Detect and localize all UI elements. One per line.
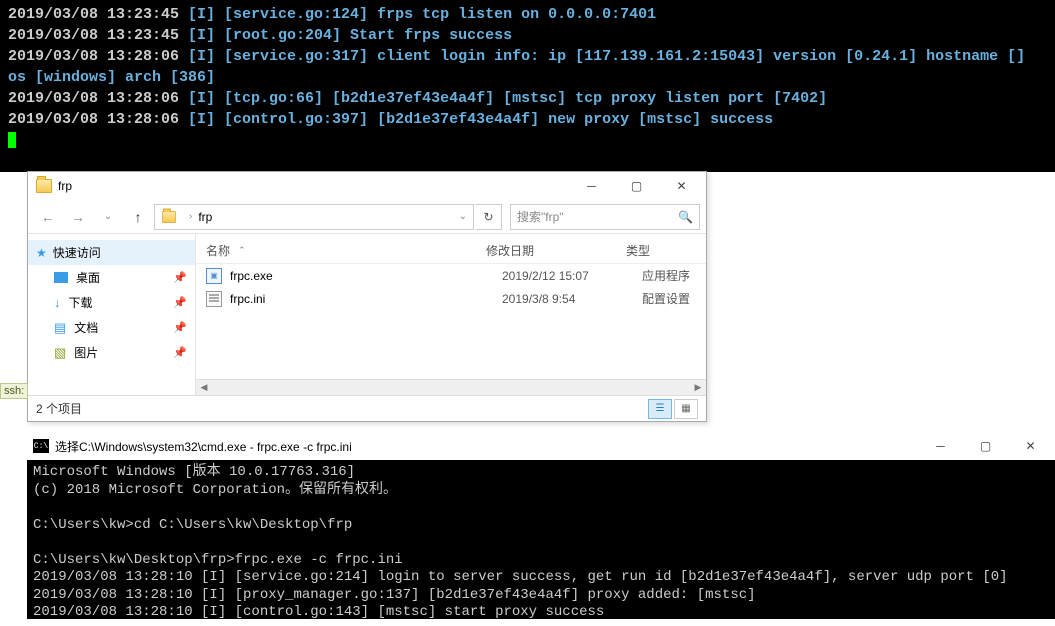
sidebar-group-label: 快速访问 (53, 244, 101, 261)
view-icons-button[interactable]: ▦ (674, 399, 698, 419)
desktop-icon (54, 272, 68, 283)
sidebar-item-documents[interactable]: ▤ 文档 📌 (28, 315, 195, 340)
pin-icon: 📌 (173, 296, 187, 309)
chevron-down-icon[interactable]: ⌄ (459, 211, 467, 222)
pin-icon: 📌 (173, 271, 187, 284)
sidebar-item-label: 桌面 (76, 269, 100, 286)
file-name: frpc.exe (230, 269, 502, 283)
cmd-output[interactable]: Microsoft Windows [版本 10.0.17763.316] (c… (27, 460, 1055, 626)
nav-forward-button[interactable]: → (64, 205, 92, 229)
column-header-type[interactable]: 类型 (626, 242, 696, 259)
pin-icon: 📌 (173, 321, 187, 334)
folder-icon (162, 211, 176, 223)
explorer-titlebar[interactable]: frp ─ ▢ ✕ (28, 172, 706, 200)
document-icon: ▤ (54, 320, 66, 336)
pin-icon: 📌 (173, 346, 187, 359)
file-date: 2019/2/12 15:07 (502, 269, 642, 283)
sidebar-item-pictures[interactable]: ▧ 图片 📌 (28, 340, 195, 365)
search-icon: 🔍 (678, 210, 693, 224)
ssh-tab-label: ssh: (0, 383, 28, 399)
file-type: 配置设置 (642, 290, 696, 307)
pictures-icon: ▧ (54, 345, 66, 361)
exe-icon: ▣ (206, 268, 222, 284)
sidebar-quick-access[interactable]: ★ 快速访问 (28, 240, 195, 265)
ssh-terminal-output[interactable]: 2019/03/08 13:23:45 [I] [service.go:124]… (0, 0, 1055, 172)
download-icon: ↓ (54, 295, 61, 310)
search-input[interactable]: 搜索"frp" 🔍 (510, 204, 700, 230)
explorer-file-list: 名称⌃ 修改日期 类型 ▣ frpc.exe2019/2/12 15:07应用程序… (196, 234, 706, 395)
close-button[interactable]: ✕ (659, 172, 704, 200)
sidebar-item-label: 文档 (74, 319, 98, 336)
explorer-sidebar: ★ 快速访问 桌面 📌 ↓ 下载 📌 ▤ 文档 📌 ▧ 图片 📌 (28, 234, 196, 395)
file-explorer-window: frp ─ ▢ ✕ ← → ⌄ ↑ › frp ⌄ ↻ 搜索"frp" 🔍 ★ … (27, 171, 707, 422)
view-details-button[interactable]: ☰ (648, 399, 672, 419)
sidebar-item-downloads[interactable]: ↓ 下载 📌 (28, 290, 195, 315)
sidebar-item-label: 下载 (69, 294, 93, 311)
maximize-button[interactable]: ▢ (614, 172, 659, 200)
star-icon: ★ (36, 246, 47, 260)
scroll-right-icon[interactable]: ▶ (690, 380, 706, 396)
explorer-nav-bar: ← → ⌄ ↑ › frp ⌄ ↻ 搜索"frp" 🔍 (28, 200, 706, 234)
file-type: 应用程序 (642, 267, 696, 284)
scroll-left-icon[interactable]: ◀ (196, 380, 212, 396)
nav-back-button[interactable]: ← (34, 205, 62, 229)
chevron-right-icon: › (189, 211, 192, 222)
sort-arrow-icon: ⌃ (238, 245, 246, 256)
column-header-name[interactable]: 名称⌃ (206, 242, 486, 259)
minimize-button[interactable]: ─ (918, 432, 963, 460)
nav-recent-button[interactable]: ⌄ (94, 205, 122, 229)
file-row[interactable]: frpc.ini2019/3/8 9:54配置设置 (196, 287, 706, 310)
breadcrumb-segment[interactable]: frp (198, 210, 212, 224)
file-date: 2019/3/8 9:54 (502, 292, 642, 306)
ini-icon (206, 291, 222, 307)
refresh-button[interactable]: ↻ (476, 204, 502, 230)
terminal-cursor (8, 132, 16, 148)
cmd-titlebar[interactable]: C:\ 选择C:\Windows\system32\cmd.exe - frpc… (27, 432, 1055, 460)
file-name: frpc.ini (230, 292, 502, 306)
breadcrumb[interactable]: › frp ⌄ (154, 204, 474, 230)
minimize-button[interactable]: ─ (569, 172, 614, 200)
cmd-icon: C:\ (33, 439, 49, 453)
window-title: frp (58, 179, 72, 193)
sidebar-item-desktop[interactable]: 桌面 📌 (28, 265, 195, 290)
nav-up-button[interactable]: ↑ (124, 205, 152, 229)
column-header-date[interactable]: 修改日期 (486, 242, 626, 259)
file-row[interactable]: ▣ frpc.exe2019/2/12 15:07应用程序 (196, 264, 706, 287)
search-placeholder: 搜索"frp" (517, 208, 564, 225)
explorer-statusbar: 2 个项目 ☰ ▦ (28, 395, 706, 421)
cmd-window: C:\ 选择C:\Windows\system32\cmd.exe - frpc… (27, 432, 1055, 619)
folder-icon (36, 179, 52, 193)
close-button[interactable]: ✕ (1008, 432, 1053, 460)
column-headers: 名称⌃ 修改日期 类型 (196, 234, 706, 264)
horizontal-scrollbar[interactable]: ◀ ▶ (196, 379, 706, 395)
sidebar-item-label: 图片 (74, 344, 98, 361)
maximize-button[interactable]: ▢ (963, 432, 1008, 460)
item-count: 2 个项目 (36, 400, 82, 417)
cmd-title: 选择C:\Windows\system32\cmd.exe - frpc.exe… (55, 438, 352, 455)
